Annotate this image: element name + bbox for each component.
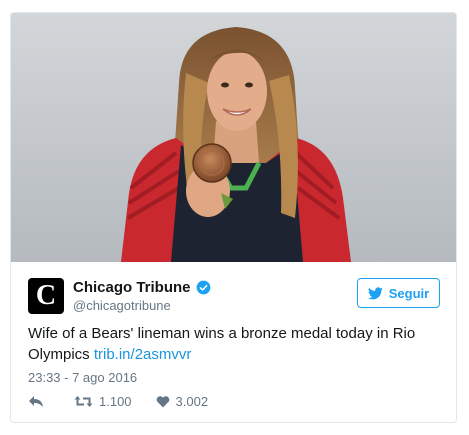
tweet-actions: 1.100 3.002: [28, 394, 232, 409]
logo-letter: C: [35, 280, 57, 311]
reply-button[interactable]: [28, 395, 50, 408]
tweet-body: Wife of a Bears' lineman wins a bronze m…: [28, 325, 416, 363]
heart-icon: [156, 396, 169, 408]
author-handle[interactable]: @chicagotribune: [73, 298, 171, 313]
tweet-timestamp[interactable]: 23:33 - 7 ago 2016: [28, 370, 137, 385]
follow-button-label: Seguir: [388, 285, 430, 301]
retweet-button[interactable]: 1.100: [74, 394, 132, 409]
author-name-row: Chicago Tribune: [73, 279, 211, 296]
verified-badge-icon: [196, 280, 210, 295]
tweet-photo[interactable]: [11, 13, 456, 262]
like-count: 3.002: [175, 394, 209, 409]
author-display-name[interactable]: Chicago Tribune: [73, 279, 191, 296]
like-button[interactable]: 3.002: [156, 394, 209, 409]
retweet-icon: [74, 396, 93, 407]
tweet-card[interactable]: C Chicago Tribune @chicagotribune Seguir…: [10, 12, 457, 423]
tweet-text: Wife of a Bears' lineman wins a bronze m…: [28, 323, 438, 365]
tweet-header: C Chicago Tribune @chicagotribune Seguir: [28, 276, 440, 316]
retweet-count: 1.100: [99, 394, 132, 409]
reply-icon: [29, 396, 43, 407]
follow-button[interactable]: Seguir: [357, 278, 440, 308]
twitter-bird-icon: [367, 286, 383, 299]
chicago-tribune-logo[interactable]: C: [28, 278, 64, 314]
athlete-photo-image: [11, 13, 456, 262]
tweet-link[interactable]: trib.in/2asmvvr: [94, 346, 192, 363]
